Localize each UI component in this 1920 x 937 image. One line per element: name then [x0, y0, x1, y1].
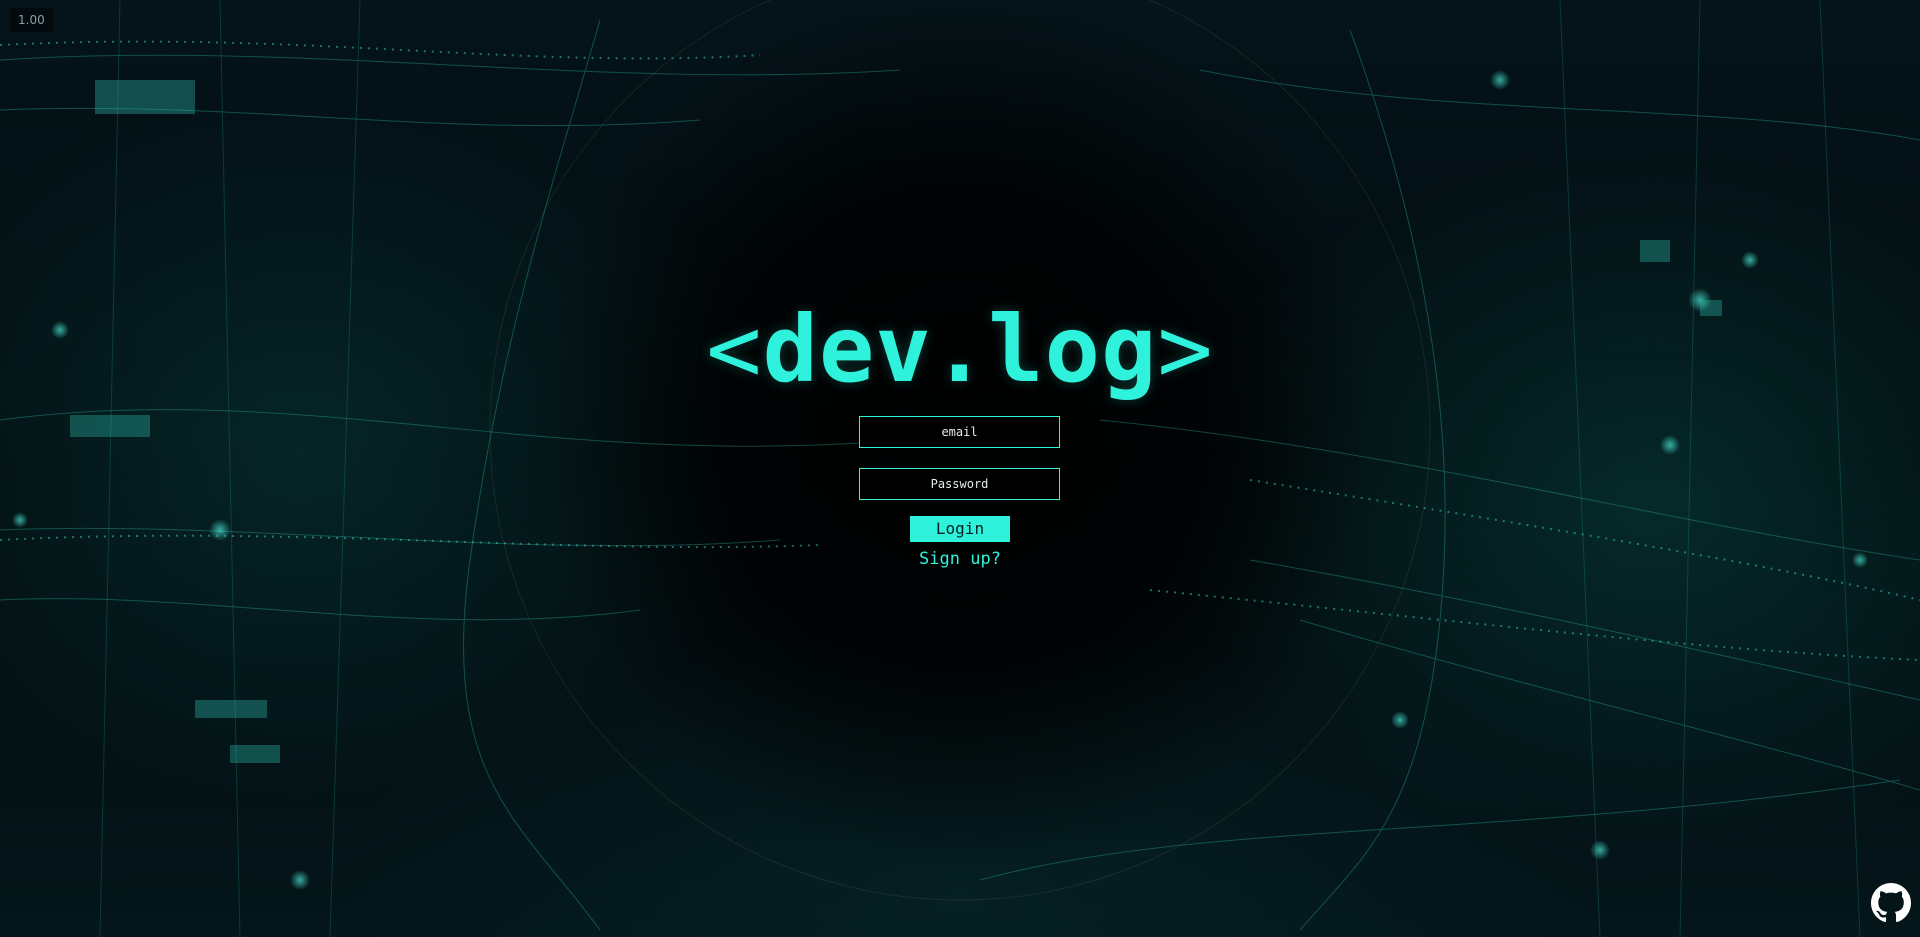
email-field[interactable] — [859, 416, 1060, 448]
logo-bracket-open: < — [706, 296, 763, 403]
logo-bracket-close: > — [1157, 296, 1214, 403]
logo-text: dev.log — [762, 296, 1158, 403]
github-icon[interactable] — [1871, 883, 1911, 923]
password-field[interactable] — [859, 468, 1060, 500]
login-button[interactable]: Login — [910, 516, 1010, 542]
brand-logo: <dev.log> — [0, 295, 1920, 405]
signup-link[interactable]: Sign up? — [919, 549, 1001, 569]
signup-row: Sign up? — [0, 549, 1920, 569]
login-page: 1.00 <dev.log> Login Sign up? — [0, 0, 1920, 937]
fps-readout: 1.00 — [10, 8, 53, 32]
